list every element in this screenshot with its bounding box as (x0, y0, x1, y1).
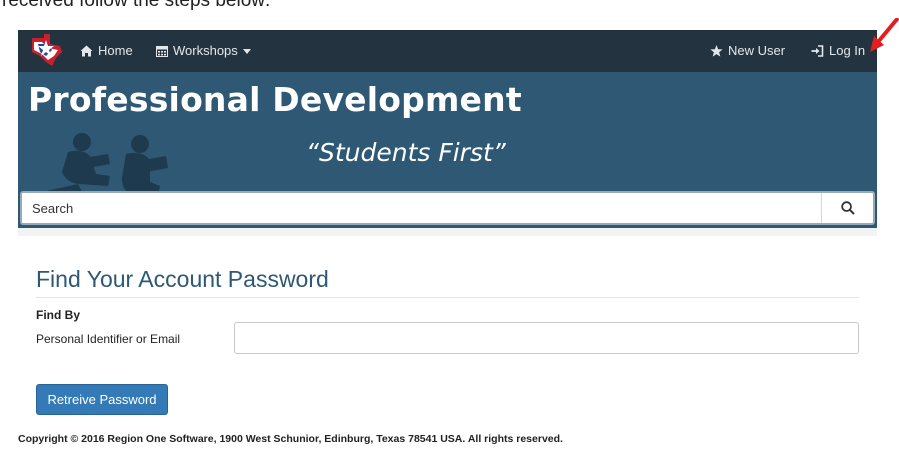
app-frame: Home Workshops New User Log In Professio… (18, 30, 877, 428)
annotation-arrow-icon (870, 18, 899, 52)
nav-home-label: Home (98, 43, 133, 58)
find-password-panel: Find Your Account Password Find By Perso… (18, 236, 877, 428)
nav-login-label: Log In (829, 43, 866, 58)
calendar-icon (156, 46, 168, 57)
caret-down-icon (242, 48, 251, 54)
identifier-input[interactable] (234, 322, 859, 354)
nav-new-user[interactable]: New User (710, 30, 785, 72)
nav-workshops-dropdown[interactable]: Workshops (156, 30, 251, 72)
search-icon (840, 201, 855, 215)
search-bar (20, 191, 875, 225)
nav-home[interactable]: Home (80, 30, 133, 72)
identifier-label: Personal Identifier or Email (36, 332, 181, 346)
banner-title: Professional Development (28, 80, 522, 119)
search-input[interactable] (22, 193, 818, 223)
login-icon (811, 45, 824, 57)
top-navbar: Home Workshops New User Log In (18, 30, 877, 72)
footer-copyright: Copyright © 2016 Region One Software, 19… (18, 433, 563, 445)
find-by-heading: Find By (36, 308, 80, 322)
home-icon (80, 45, 93, 57)
banner-subtitle: “Students First” (306, 138, 506, 167)
document-text: received follow the steps below: (2, 0, 271, 11)
nav-login[interactable]: Log In (811, 30, 865, 72)
search-button[interactable] (821, 193, 873, 223)
texas-star-logo-icon[interactable] (26, 32, 66, 70)
retrieve-password-button[interactable]: Retreive Password (36, 384, 168, 415)
title-divider (36, 297, 859, 298)
star-icon (710, 45, 723, 57)
nav-workshops-label: Workshops (173, 43, 238, 58)
nav-new-user-label: New User (728, 43, 786, 58)
page-title: Find Your Account Password (36, 266, 329, 292)
